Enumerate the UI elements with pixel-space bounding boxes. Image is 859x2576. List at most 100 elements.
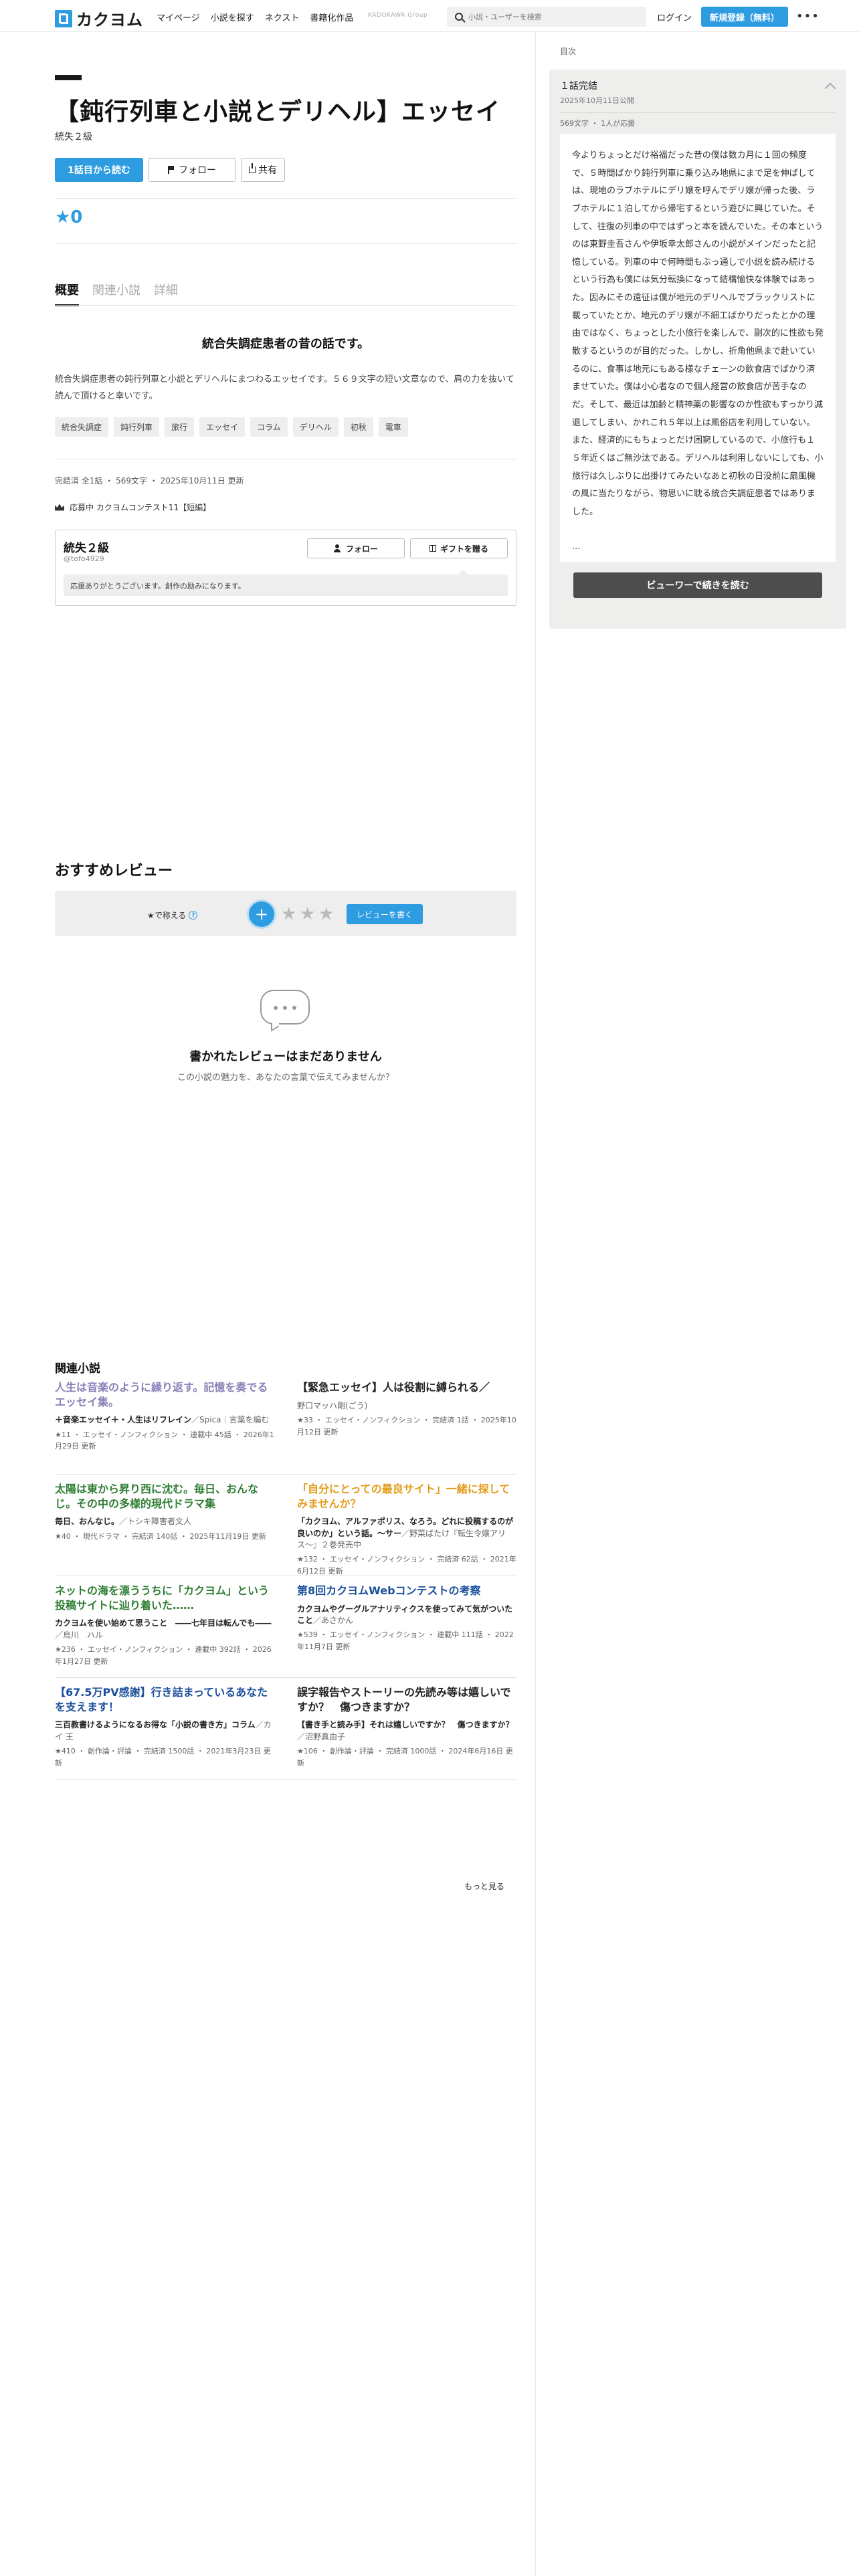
logo-text: カクヨム	[76, 11, 143, 29]
related-novel-author[interactable]: ／トシキ障害者文人	[119, 1517, 191, 1526]
author-id: @tofo4929	[64, 554, 104, 563]
episode-meta: 569文字 ・ 1人が応援	[560, 119, 635, 128]
read-in-viewer-button[interactable]: ビューワーで続きを読む	[573, 572, 822, 598]
work-introduction: 統合失調症患者の鈍行列車と小説とデリヘルにまつわるエッセイです。５６９文字の短い…	[55, 374, 514, 401]
signup-button[interactable]: 新規登録（無料）	[701, 7, 788, 27]
star-icon[interactable]: ★	[281, 904, 296, 924]
author-card: 統失２級 @tofo4929 フォロー ギフトを贈る 応援ありがとうございます。…	[55, 530, 516, 606]
follow-author-button[interactable]: フォロー	[307, 538, 405, 558]
share-button[interactable]: 共有	[241, 158, 285, 182]
related-novel-catch: カクヨムやグーグルアナリティクスを使ってみて気がついたこと／あさかん	[297, 1604, 516, 1627]
nav-mypage[interactable]: マイページ	[157, 11, 200, 23]
kakuyomu-logo[interactable]: カクヨム	[55, 7, 143, 30]
related-novel-card[interactable]: 誤字報告やストーリーの先読み等は嬉しいですか？ 傷つきますか？ 【書き手と読み手】…	[297, 1685, 516, 1812]
tab-overview[interactable]: 概要	[55, 281, 79, 306]
work-author-link[interactable]: 統失２級	[55, 130, 92, 143]
add-star-button[interactable]: +	[249, 901, 274, 927]
search-input[interactable]	[468, 12, 629, 21]
more-related-link[interactable]: もっと見る	[464, 1881, 504, 1892]
tag-item[interactable]: デリヘル	[292, 417, 339, 437]
author-name[interactable]: 統失２級	[64, 538, 109, 555]
episode-header[interactable]: １話完結 2025年10月11日公開	[560, 79, 836, 106]
follow-author-label: フォロー	[345, 544, 378, 554]
tag-item[interactable]: コラム	[250, 417, 288, 437]
user-plus-icon	[333, 544, 342, 552]
tag-list: 統合失調症 鈍行列車 旅行 エッセイ コラム デリヘル 初秋 電車	[55, 417, 408, 437]
search-icon	[455, 13, 463, 21]
related-novel-author[interactable]: ／Spica｜言葉を編む	[191, 1415, 270, 1424]
send-gift-button[interactable]: ギフトを贈る	[410, 538, 508, 558]
site-header: カクヨム マイページ 小説を探す ネクスト 書籍化作品 KADOKAWA Gro…	[0, 0, 859, 32]
tag-item[interactable]: 初秋	[343, 417, 373, 437]
episode-card: １話完結 2025年10月11日公開 569文字 ・ 1人が応援 今よりちょっと…	[549, 70, 846, 629]
divider	[55, 243, 516, 244]
divider	[55, 1677, 516, 1678]
related-novel-catch: 野口マッハ剛(ごう)	[297, 1400, 516, 1412]
related-novel-catch-text: カクヨムを使い始めて思うこと ――七年目は転んでも――	[55, 1618, 272, 1628]
related-novel-title[interactable]: 誤字報告やストーリーの先読み等は嬉しいですか？ 傷つきますか？	[297, 1685, 516, 1714]
speech-bubble-icon	[260, 990, 310, 1025]
related-novel-author[interactable]: ／あさかん	[313, 1616, 353, 1625]
nav-next[interactable]: ネクスト	[265, 11, 300, 23]
reviews-heading: おすすめレビュー	[55, 863, 173, 879]
tab-details[interactable]: 詳細	[154, 281, 178, 298]
nav-published-works[interactable]: 書籍化作品	[310, 11, 353, 23]
tag-item[interactable]: 電車	[378, 417, 408, 437]
toc-label: 目次	[560, 47, 577, 56]
kadokawa-group-label[interactable]: KADOKAWA Group	[368, 12, 427, 19]
episode-ellipsis: ...	[572, 542, 581, 552]
star-icon[interactable]: ★	[318, 904, 334, 924]
related-novel-title[interactable]: 【67.5万PV感謝】行き詰まっているあなたを支えます！	[55, 1685, 274, 1714]
share-label: 共有	[258, 165, 277, 176]
related-novel-title[interactable]: 「自分にとっての最良サイト」一緒に探してみませんか？	[297, 1482, 516, 1511]
contest-entry[interactable]: 応募中 カクヨムコンテスト11【短編】	[55, 502, 211, 513]
logo-mark-icon	[55, 9, 72, 27]
no-review-subtitle: この小説の魅力を、あなたの言葉で伝えてみませんか？	[177, 1073, 394, 1083]
episode-text: 今よりちょっとだけ裕福だった昔の僕は数カ月に１回の頻度で、５時間ばかり鈍行列車に…	[572, 150, 824, 517]
related-novel-title[interactable]: 太陽は東から昇り西に沈む。毎日、おんなじ。その中の多様的現代ドラマ集	[55, 1482, 274, 1511]
read-from-first-button[interactable]: 1話目から読む	[55, 158, 143, 182]
related-novel-author[interactable]: ／沼野真由子	[297, 1732, 345, 1741]
star-rating-count[interactable]: ★0	[55, 207, 82, 227]
write-review-button[interactable]: レビューを書く	[347, 904, 423, 924]
related-novel-catch-text: 毎日、おんなじ。	[55, 1517, 120, 1527]
tag-item[interactable]: 統合失調症	[55, 417, 109, 437]
tabs-divider	[55, 305, 516, 306]
bubble-dot	[274, 1006, 278, 1010]
more-menu-icon[interactable]: •••	[796, 9, 820, 23]
text-fade	[560, 508, 836, 562]
star-icon[interactable]: ★	[300, 904, 315, 924]
related-novel-meta: ★410 ・ 創作論・評論 ・ 完結済 1500話 ・ 2021年3月23日 更…	[55, 1746, 271, 1767]
work-tabs: 概要 関連小説 詳細	[55, 281, 178, 306]
bookmark-flag-icon	[168, 166, 175, 174]
related-novel-meta: ★539 ・ エッセイ・ノンフィクション ・ 連載中 111話 ・ 2022年1…	[297, 1630, 514, 1651]
tag-item[interactable]: 鈍行列車	[114, 417, 160, 437]
tab-related-novels[interactable]: 関連小説	[92, 281, 140, 298]
work-catchphrase: 統合失調症患者の昔の話です。	[201, 337, 370, 351]
related-novel-catch-text: 【書き手と読み手】それは嬉しいですか？ 傷つきますか？	[297, 1720, 514, 1730]
related-novel-title[interactable]: 第8回カクヨムWebコンテストの考察	[297, 1584, 516, 1598]
help-icon[interactable]: ?	[189, 911, 198, 920]
related-novel-author[interactable]: 野口マッハ剛(ごう)	[297, 1401, 367, 1410]
tag-item[interactable]: 旅行	[165, 417, 195, 437]
contest-label: 応募中 カクヨムコンテスト11【短編】	[70, 503, 211, 512]
related-novel-title[interactable]: 人生は音楽のように繰り返す。記憶を奏でるエッセイ集。	[55, 1380, 274, 1409]
related-novel-catch: 【書き手と読み手】それは嬉しいですか？ 傷つきますか？ ／沼野真由子	[297, 1719, 516, 1743]
divider	[55, 1779, 516, 1780]
share-icon	[249, 163, 256, 173]
related-novel-meta: ★106 ・ 創作論・評論 ・ 完結済 1000話 ・ 2024年6月16日 更…	[297, 1746, 513, 1767]
search-box[interactable]	[447, 7, 646, 27]
related-novel-title[interactable]: 【緊急エッセイ】人は役割に縛られる／	[297, 1380, 516, 1395]
related-novel-author[interactable]: ／烏川 ハル	[55, 1630, 103, 1640]
login-link[interactable]: ログイン	[657, 11, 692, 23]
tag-item[interactable]: エッセイ	[199, 417, 246, 437]
related-novel-meta: ★40 ・ 現代ドラマ ・ 完結済 140話 ・ 2025年11月19日 更新	[55, 1531, 266, 1541]
nav-search-novels[interactable]: 小説を探す	[211, 11, 254, 23]
divider	[55, 1474, 516, 1475]
follow-work-button[interactable]: フォロー	[149, 158, 235, 182]
related-novel-title[interactable]: ネットの海を漂ううちに「カクヨム」という投稿サイトに辿り着いた……	[55, 1584, 274, 1612]
related-novel-card[interactable]: 【67.5万PV感謝】行き詰まっているあなたを支えます！ 三百教書けるようになるお…	[55, 1685, 274, 1812]
related-novel-meta: ★236 ・ エッセイ・ノンフィクション ・ 連載中 392話 ・ 2026年1…	[55, 1644, 272, 1666]
related-novel-catch: カクヨムを使い始めて思うこと ――七年目は転んでも―― ／烏川 ハル	[55, 1618, 274, 1641]
related-novel-catch: 毎日、おんなじ。／トシキ障害者文人	[55, 1516, 274, 1527]
